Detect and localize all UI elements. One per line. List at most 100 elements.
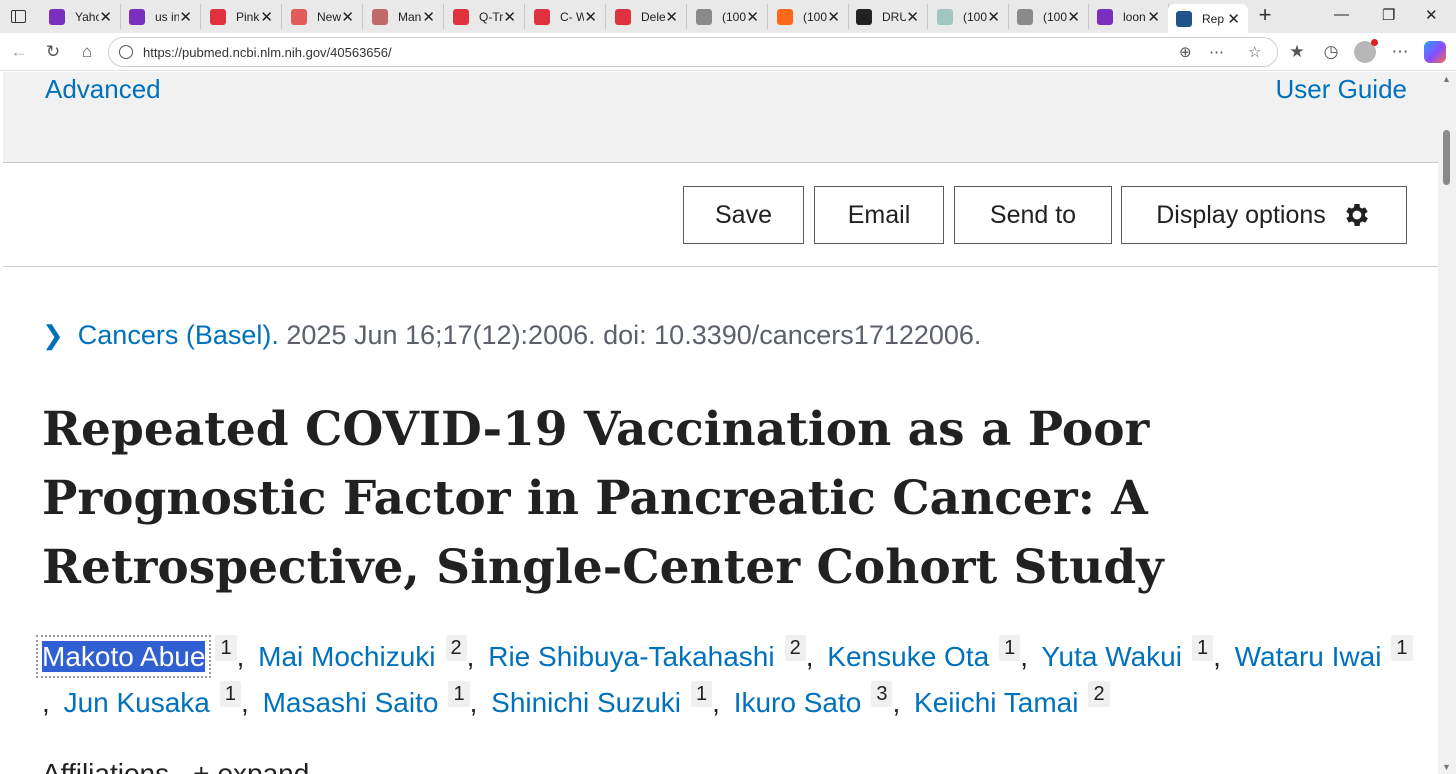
close-window-icon[interactable]: ✕	[1425, 6, 1438, 24]
browser-tab[interactable]: (100 ✕	[1009, 4, 1089, 29]
affiliations-expand-toggle[interactable]: expand	[217, 758, 309, 774]
tab-title: Dele	[641, 9, 665, 24]
close-tab-icon[interactable]: ✕	[179, 8, 192, 26]
save-button[interactable]: Save	[683, 186, 804, 244]
journal-link[interactable]: Cancers (Basel).	[78, 320, 279, 350]
chevron-right-icon[interactable]: ❯	[42, 320, 64, 350]
yahoo-icon	[129, 8, 145, 25]
home-icon[interactable]: ⌂	[76, 41, 98, 63]
close-tab-icon[interactable]: ✕	[987, 8, 1000, 26]
scroll-down-icon[interactable]: ▼	[1442, 762, 1451, 772]
browser-tab[interactable]: Pink ✕	[202, 4, 282, 29]
vertical-scrollbar[interactable]: ▲ ▼	[1438, 72, 1456, 774]
browser-tab[interactable]: us in ✕	[121, 4, 201, 29]
browser-tab[interactable]: Yaho ✕	[41, 4, 121, 29]
close-tab-icon[interactable]: ✕	[1227, 10, 1240, 28]
browser-tab[interactable]: Dele ✕	[607, 4, 687, 29]
affiliation-number-button[interactable]: 1	[1391, 635, 1413, 661]
advanced-search-link[interactable]: Advanced	[45, 74, 161, 105]
profile-avatar[interactable]	[1354, 39, 1378, 63]
minimize-icon[interactable]: —	[1334, 6, 1349, 23]
close-tab-icon[interactable]: ✕	[503, 8, 516, 26]
site-info-icon[interactable]	[119, 45, 133, 59]
affiliation-number-button[interactable]: 1	[215, 635, 237, 661]
close-tab-icon[interactable]: ✕	[422, 8, 435, 26]
zoom-icon[interactable]: ⊕	[1179, 43, 1192, 61]
close-tab-icon[interactable]: ✕	[1147, 8, 1160, 26]
close-tab-icon[interactable]: ✕	[665, 8, 678, 26]
pattern-icon	[937, 8, 953, 25]
close-tab-icon[interactable]: ✕	[99, 8, 112, 26]
article-title: Repeated COVID-19 Vaccination as a Poor …	[42, 402, 1164, 595]
author-link[interactable]: Rie Shibuya-Takahashi	[488, 641, 774, 672]
author-link[interactable]: Makoto Abue	[35, 635, 212, 678]
author-link[interactable]: Ikuro Sato	[734, 687, 862, 718]
close-tab-icon[interactable]: ✕	[260, 8, 273, 26]
save-button-label: Save	[715, 200, 772, 229]
scroll-up-icon[interactable]: ▲	[1442, 74, 1451, 84]
browser-tab[interactable]: (100 ✕	[929, 4, 1009, 29]
history-icon[interactable]: ◷	[1320, 41, 1342, 63]
citation-details: 2025 Jun 16;17(12):2006. doi: 10.3390/ca…	[278, 320, 982, 350]
send-to-button-label: Send to	[989, 200, 1077, 229]
send-to-button[interactable]: Send to	[954, 186, 1112, 244]
author-link[interactable]: Mai Mochizuki	[258, 641, 435, 672]
browser-tab[interactable]: New ✕	[283, 4, 363, 29]
favorites-icon[interactable]: ★	[1286, 41, 1308, 63]
author-link[interactable]: Yuta Wakui	[1041, 641, 1182, 672]
browser-tab[interactable]: Q-Tr ✕	[445, 4, 525, 29]
tab-title: (100	[1043, 9, 1067, 24]
browser-tab[interactable]: loon ✕	[1089, 4, 1169, 29]
close-tab-icon[interactable]: ✕	[827, 8, 840, 26]
close-tab-icon[interactable]: ✕	[1067, 8, 1080, 26]
browser-tab[interactable]: Man ✕	[364, 4, 444, 29]
author-link[interactable]: Kensuke Ota	[827, 641, 989, 672]
settings-menu-icon[interactable]: ⋯	[1389, 41, 1411, 63]
author-link[interactable]: Jun Kusaka	[64, 687, 210, 718]
browser-tab[interactable]: (100 ✕	[688, 4, 768, 29]
close-tab-icon[interactable]: ✕	[746, 8, 759, 26]
url-text[interactable]: https://pubmed.ncbi.nlm.nih.gov/40563656…	[143, 45, 392, 60]
affiliation-number-button[interactable]: 1	[999, 635, 1021, 661]
more-tools-icon[interactable]: ⋯	[1209, 43, 1224, 61]
affiliation-number-button[interactable]: 1	[219, 681, 242, 707]
close-tab-icon[interactable]: ✕	[341, 8, 354, 26]
scrollbar-thumb[interactable]	[1443, 130, 1450, 185]
browser-tab[interactable]: Rep ✕	[1168, 4, 1248, 33]
affiliation-number-button[interactable]: 3	[871, 681, 893, 707]
image-icon	[372, 8, 388, 25]
affiliation-number-button[interactable]: 2	[1088, 681, 1110, 707]
author-link[interactable]: Masashi Saito	[263, 687, 439, 718]
new-tab-button[interactable]: +	[1254, 4, 1276, 28]
browser-tab[interactable]: C- W ✕	[526, 4, 606, 29]
close-tab-icon[interactable]: ✕	[584, 8, 597, 26]
email-button[interactable]: Email	[814, 186, 944, 244]
youtube-icon	[615, 8, 631, 25]
copilot-icon[interactable]	[1424, 41, 1446, 63]
address-bar[interactable]: https://pubmed.ncbi.nlm.nih.gov/40563656…	[108, 37, 1278, 67]
author-entry: Rie Shibuya-Takahashi 2,	[488, 635, 819, 672]
back-icon[interactable]: ←	[8, 41, 30, 63]
browser-tab[interactable]: DRU ✕	[848, 4, 928, 29]
affiliation-number-button[interactable]: 1	[448, 681, 470, 707]
affiliation-number-button[interactable]: 2	[784, 635, 806, 661]
tab-actions-icon[interactable]	[8, 6, 28, 26]
tab-title: Q-Tr	[479, 9, 503, 24]
user-guide-link[interactable]: User Guide	[1276, 74, 1408, 105]
affiliations-label: Affiliations	[42, 758, 170, 774]
reload-icon[interactable]: ↻	[42, 41, 64, 63]
favorite-star-icon[interactable]: ☆	[1248, 43, 1261, 61]
youtube-icon	[534, 8, 550, 25]
display-options-button[interactable]: Display options	[1121, 186, 1407, 244]
author-separator: ,	[466, 641, 475, 672]
affiliation-number-button[interactable]: 1	[691, 681, 713, 707]
author-link[interactable]: Shinichi Suzuki	[491, 687, 681, 718]
expand-plus-icon[interactable]: +	[193, 758, 209, 774]
close-tab-icon[interactable]: ✕	[906, 8, 919, 26]
browser-tab[interactable]: (100 ✕	[769, 4, 849, 29]
affiliation-number-button[interactable]: 1	[1191, 635, 1214, 661]
affiliation-number-button[interactable]: 2	[445, 635, 467, 661]
author-link[interactable]: Wataru Iwai	[1235, 641, 1382, 672]
restore-icon[interactable]: ❐	[1382, 6, 1395, 24]
author-link[interactable]: Keiichi Tamai	[914, 687, 1078, 718]
